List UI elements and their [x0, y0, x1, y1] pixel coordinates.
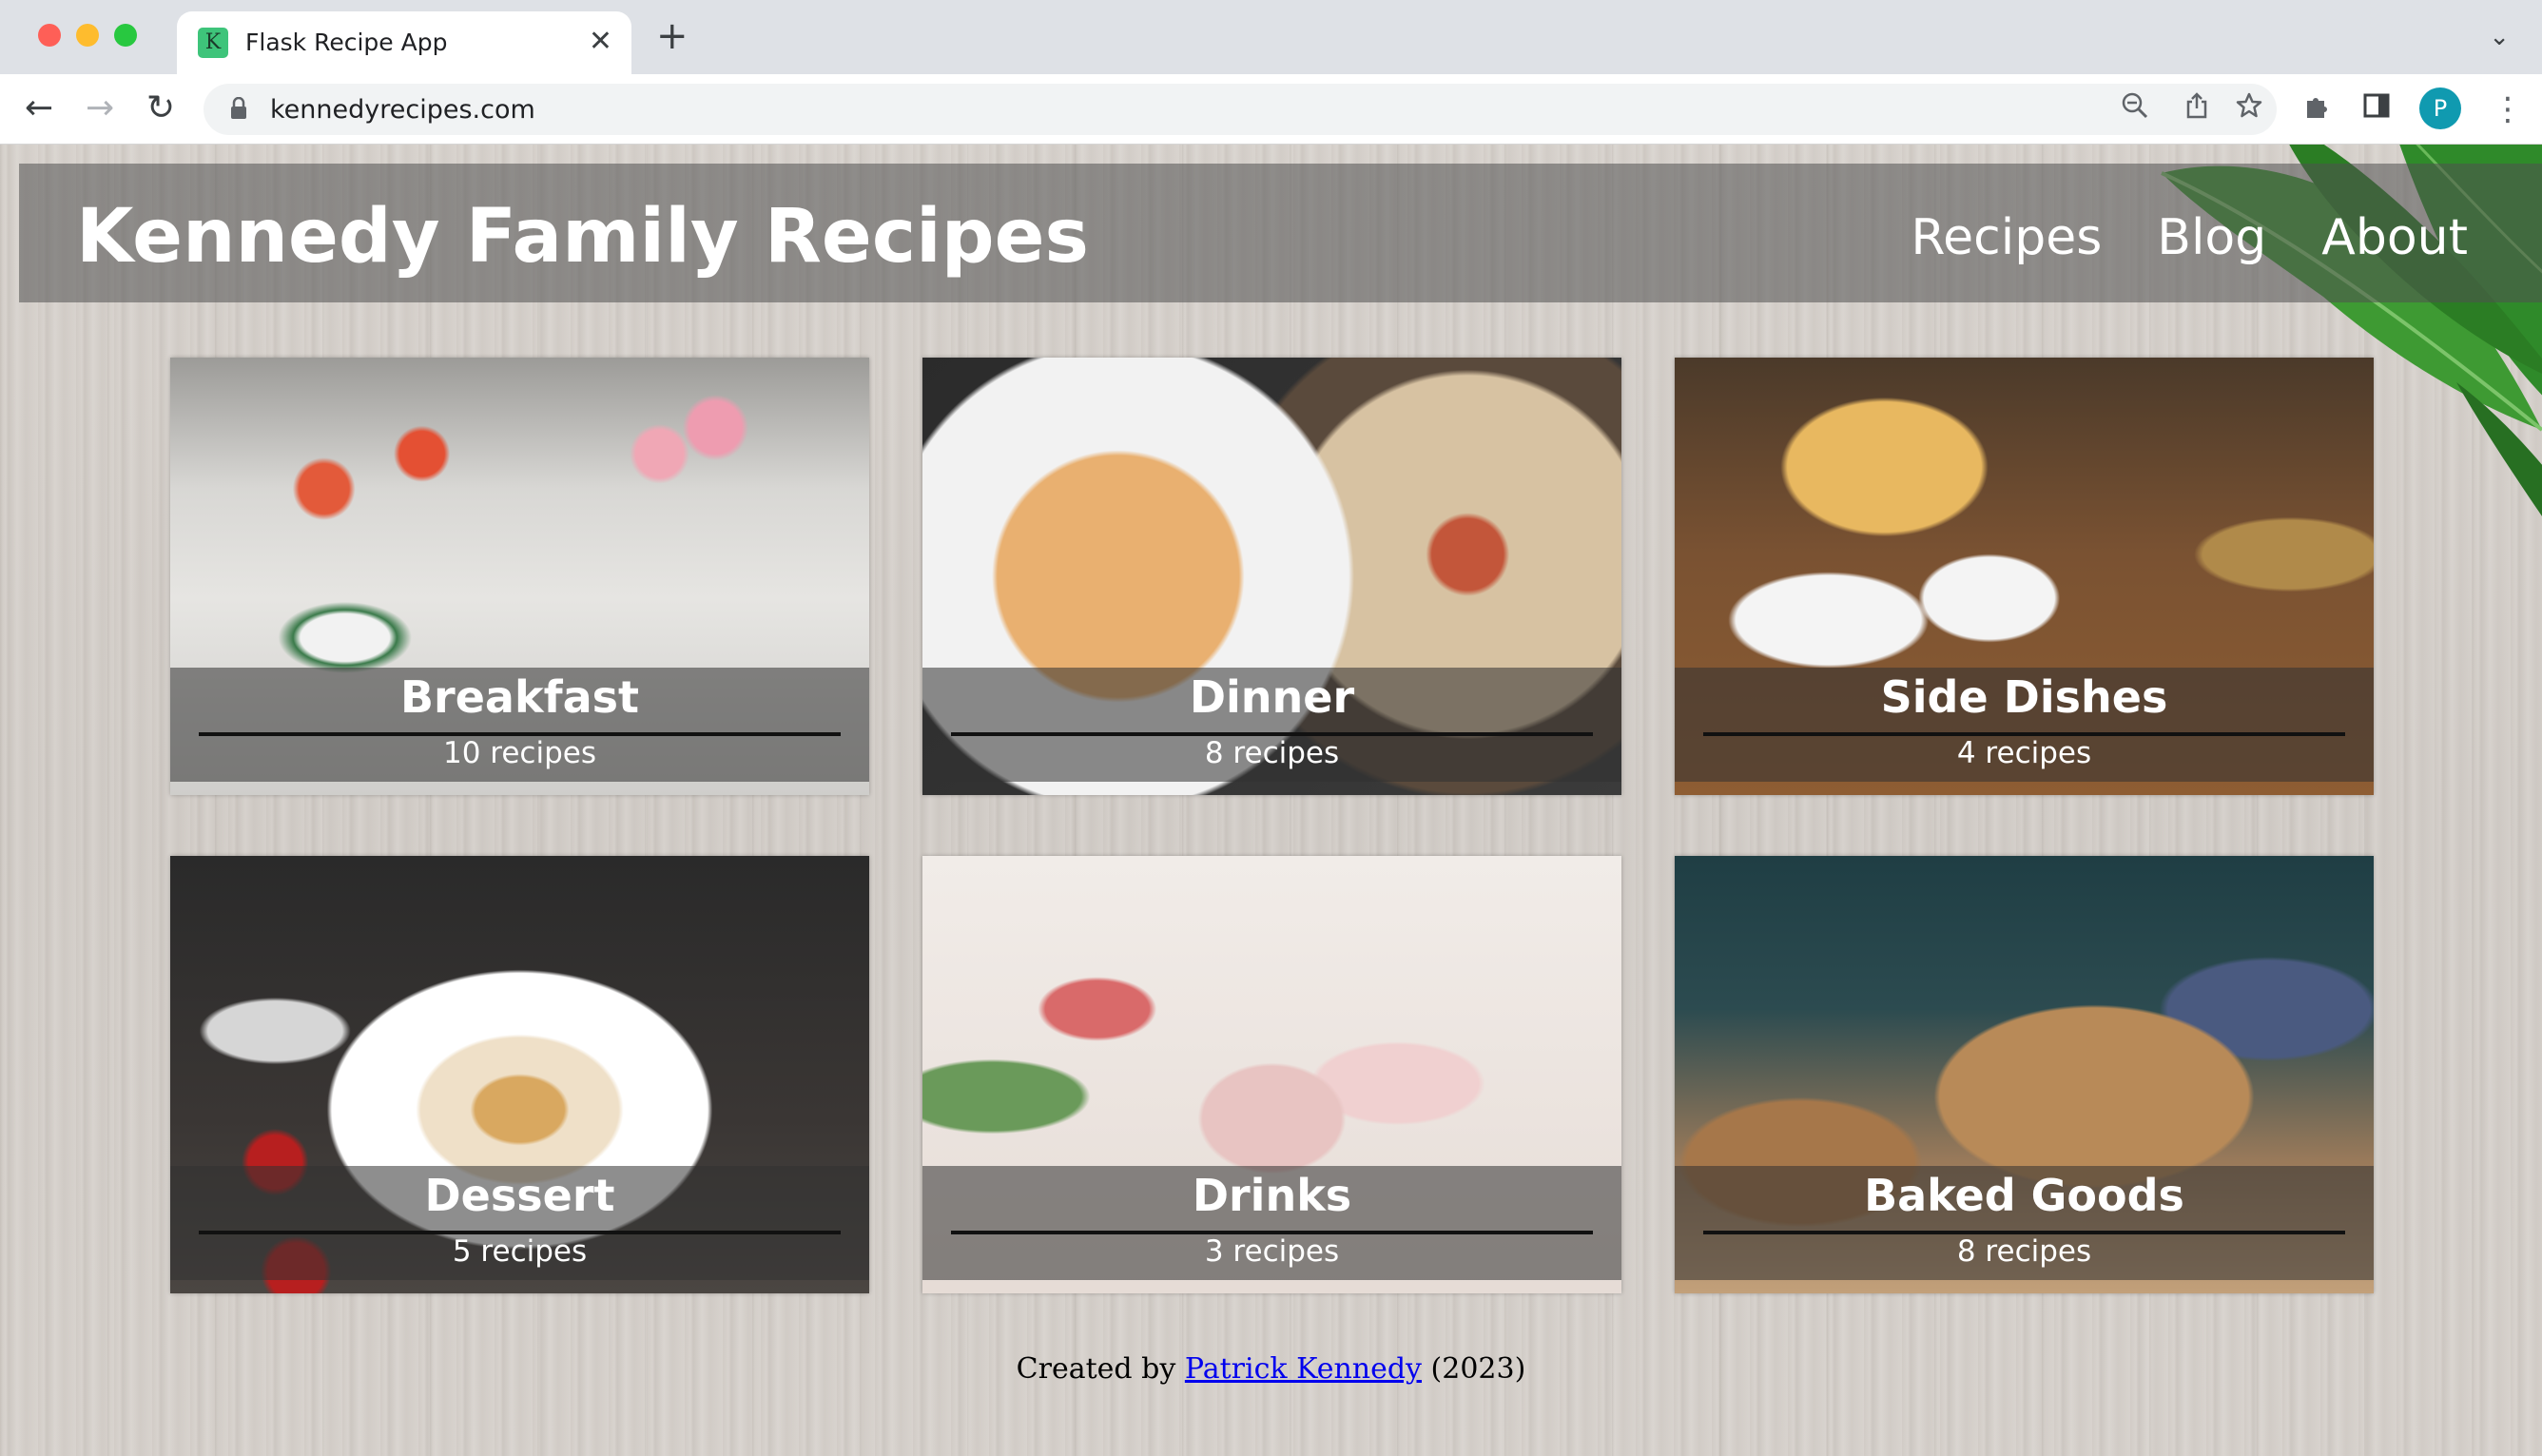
footer-prefix: Created by: [1016, 1352, 1176, 1386]
tab-search-chevron-icon[interactable]: ⌄: [2489, 23, 2510, 51]
nav-link-recipes[interactable]: Recipes: [1911, 209, 2102, 266]
window-minimize-button[interactable]: [76, 24, 99, 47]
category-card-dinner[interactable]: Dinner 8 recipes: [922, 358, 1621, 795]
bookmark-star-icon[interactable]: [2235, 91, 2263, 129]
browser-toolbar: ← → ↻ kennedyrecipes.com P ⋮: [0, 74, 2542, 145]
category-name: Dinner: [1189, 671, 1355, 723]
lock-icon[interactable]: [230, 96, 247, 126]
browser-tab[interactable]: K Flask Recipe App ✕: [177, 11, 631, 74]
category-name: Baked Goods: [1864, 1170, 2184, 1221]
back-arrow-icon[interactable]: ←: [25, 87, 53, 129]
author-link[interactable]: Patrick Kennedy: [1185, 1352, 1422, 1386]
footer-suffix: (2023): [1430, 1352, 1526, 1386]
reload-icon[interactable]: ↻: [146, 87, 175, 129]
more-menu-icon[interactable]: ⋮: [2492, 91, 2524, 127]
category-name: Side Dishes: [1880, 671, 2168, 723]
recipe-count: 10 recipes: [443, 736, 596, 770]
main-nav: Recipes Blog About: [1911, 209, 2468, 266]
category-name: Dessert: [424, 1170, 615, 1221]
recipe-count: 8 recipes: [1956, 1234, 2092, 1269]
tab-close-icon[interactable]: ✕: [589, 25, 612, 59]
browser-tabstrip: K Flask Recipe App ✕ + ⌄: [0, 0, 2542, 74]
share-icon[interactable]: [2183, 91, 2210, 129]
address-bar[interactable]: kennedyrecipes.com: [204, 84, 2277, 135]
profile-avatar[interactable]: P: [2419, 87, 2461, 129]
category-card-breakfast[interactable]: Breakfast 10 recipes: [170, 358, 869, 795]
category-card-baked-goods[interactable]: Baked Goods 8 recipes: [1675, 856, 2374, 1293]
page-body: Kennedy Family Recipes Recipes Blog Abou…: [0, 145, 2542, 1456]
category-name: Breakfast: [399, 671, 639, 723]
recipe-count: 5 recipes: [452, 1234, 588, 1269]
category-card-dessert[interactable]: Dessert 5 recipes: [170, 856, 869, 1293]
nav-link-about[interactable]: About: [2321, 209, 2468, 266]
site-header: Kennedy Family Recipes Recipes Blog Abou…: [19, 164, 2542, 302]
recipe-count: 4 recipes: [1956, 736, 2092, 770]
site-title[interactable]: Kennedy Family Recipes: [76, 194, 1089, 280]
extensions-puzzle-icon[interactable]: [2301, 91, 2332, 129]
recipe-count: 8 recipes: [1204, 736, 1340, 770]
url-text[interactable]: kennedyrecipes.com: [270, 95, 535, 125]
category-card-drinks[interactable]: Drinks 3 recipes: [922, 856, 1621, 1293]
page-footer: Created by Patrick Kennedy (2023): [0, 1352, 2542, 1386]
side-panel-icon[interactable]: [2362, 91, 2391, 127]
favicon-icon: K: [198, 28, 228, 58]
nav-link-blog[interactable]: Blog: [2157, 209, 2266, 266]
window-close-button[interactable]: [38, 24, 61, 47]
category-card-side-dishes[interactable]: Side Dishes 4 recipes: [1675, 358, 2374, 795]
new-tab-button[interactable]: +: [656, 17, 689, 55]
recipe-count: 3 recipes: [1204, 1234, 1340, 1269]
category-name: Drinks: [1192, 1170, 1352, 1221]
tab-title: Flask Recipe App: [245, 29, 448, 56]
window-maximize-button[interactable]: [114, 24, 137, 47]
forward-arrow-icon[interactable]: →: [86, 87, 114, 129]
zoom-icon[interactable]: [2121, 91, 2149, 129]
